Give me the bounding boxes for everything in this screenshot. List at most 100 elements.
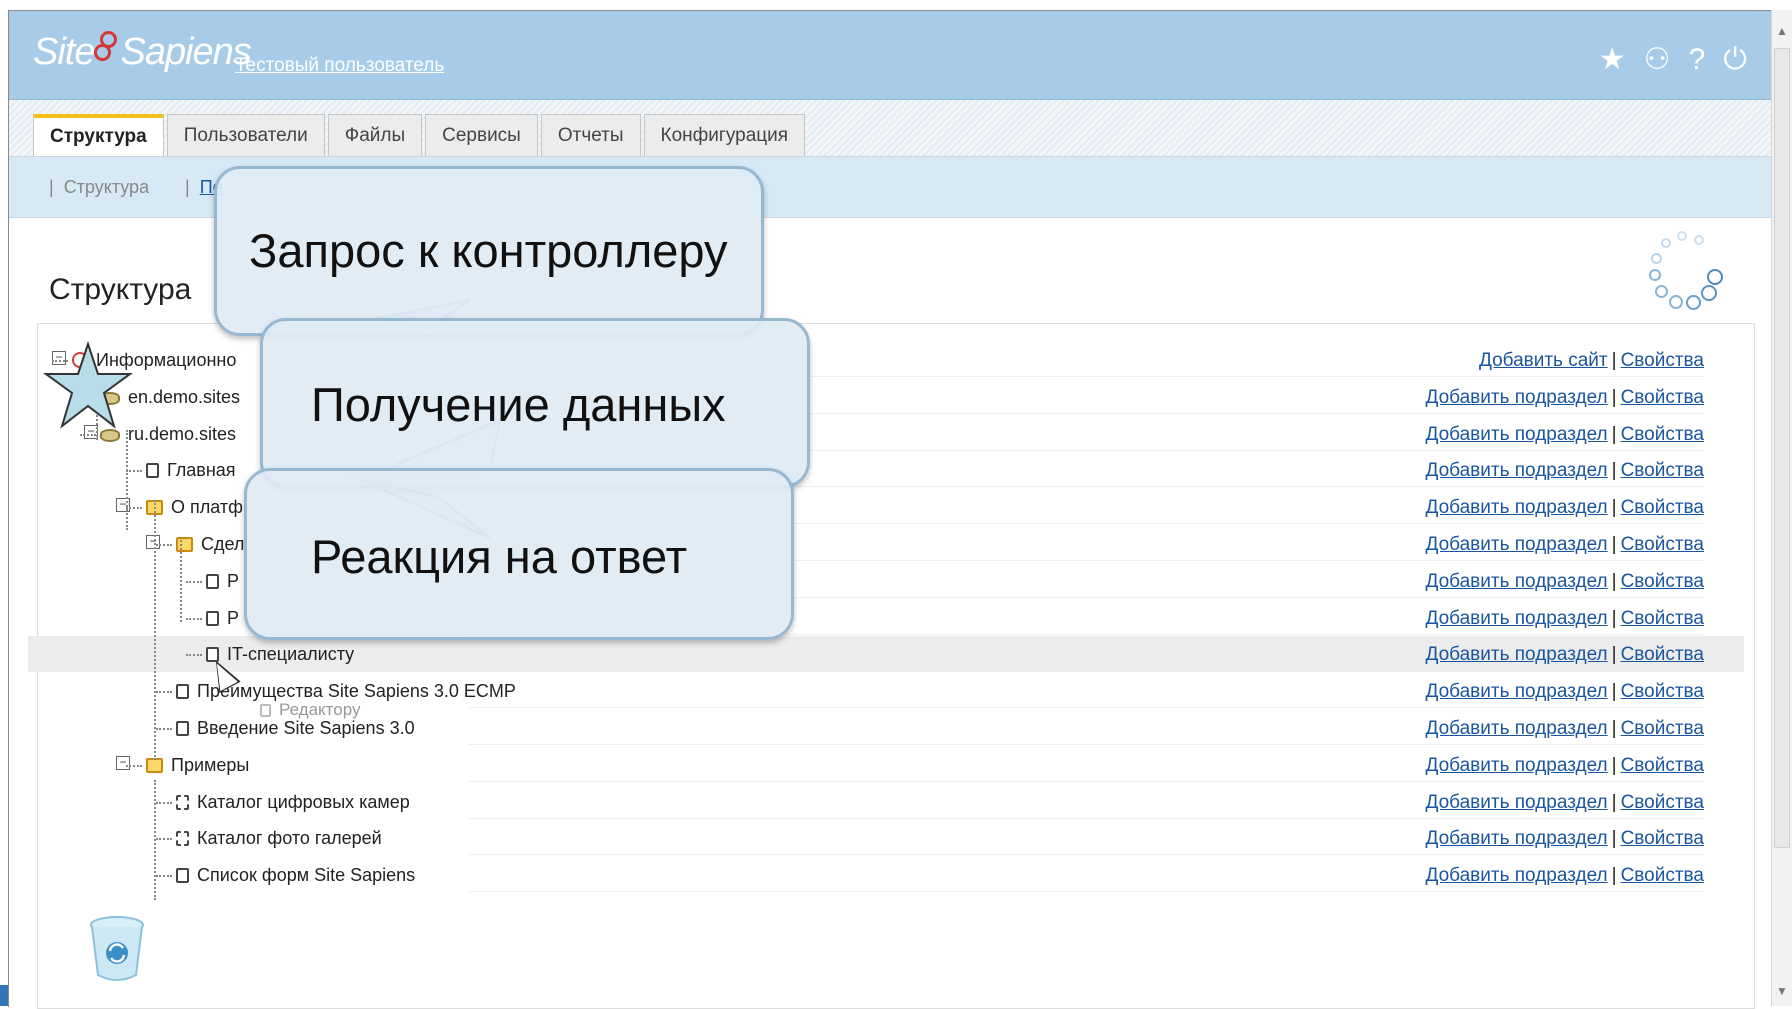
tree-node-label: Р bbox=[227, 607, 240, 628]
tree-node[interactable]: Введение Site Sapiens 3.0 bbox=[176, 718, 415, 739]
tree-row[interactable]: Список форм Site Sapiens Добавить подразд… bbox=[28, 857, 1744, 893]
site-sapiens-logo[interactable]: Site Sapiens bbox=[33, 31, 252, 74]
tree-node-label: Преимущества Site Sapiens 3.0 ECMP bbox=[197, 681, 516, 702]
page-icon bbox=[146, 463, 159, 479]
tree-guide-line bbox=[180, 540, 182, 622]
tree-node-label: ru.demo.sites bbox=[128, 423, 237, 444]
collapse-toggle-icon[interactable]: − bbox=[146, 535, 160, 549]
row-divider bbox=[468, 854, 1704, 856]
tree-node[interactable]: Сдел bbox=[176, 534, 244, 555]
add-subsection-link[interactable]: Добавить подраздел bbox=[1426, 608, 1608, 629]
tree-node[interactable]: Примеры bbox=[146, 755, 249, 776]
main-tabs-bar: Структура Пользователи Файлы Сервисы Отч… bbox=[9, 100, 1771, 157]
row-actions: Добавить подраздел | Свойства bbox=[1426, 608, 1704, 630]
power-icon[interactable]: ⏻ bbox=[1723, 43, 1747, 77]
tree-row[interactable]: Каталог фото галерей Добавить подраздел | С… bbox=[28, 820, 1744, 856]
subnav-item-structure[interactable]: | Структура bbox=[49, 177, 149, 198]
add-subsection-link[interactable]: Добавить подраздел bbox=[1426, 534, 1608, 555]
properties-link[interactable]: Свойства bbox=[1621, 350, 1704, 371]
network-icon[interactable]: ⚇ bbox=[1644, 43, 1671, 77]
recycle-bin-icon[interactable] bbox=[88, 915, 146, 983]
tree-connector bbox=[156, 544, 172, 546]
tree-guide-line bbox=[126, 430, 128, 530]
properties-link[interactable]: Свойства bbox=[1621, 865, 1704, 886]
tree-node[interactable]: Каталог фото галерей bbox=[176, 828, 382, 849]
tree-connector bbox=[126, 507, 142, 510]
add-subsection-link[interactable]: Добавить подраздел bbox=[1426, 755, 1608, 776]
row-actions: Добавить подраздел | Свойства bbox=[1426, 828, 1704, 850]
properties-link[interactable]: Свойства bbox=[1621, 424, 1704, 445]
tab-services[interactable]: Сервисы bbox=[425, 114, 538, 156]
tab-reports[interactable]: Отчеты bbox=[540, 114, 641, 156]
add-subsection-link[interactable]: Добавить подраздел bbox=[1426, 792, 1608, 813]
tree-node-label: Список форм Site Sapiens bbox=[197, 865, 416, 886]
tree-connector bbox=[156, 691, 172, 694]
scroll-up-icon[interactable]: ▲ bbox=[1775, 24, 1789, 40]
tree-row[interactable]: Каталог цифровых камер Добавить подраздел… bbox=[28, 784, 1744, 820]
tree-connector bbox=[156, 801, 172, 804]
tree-node[interactable]: Каталог цифровых камер bbox=[176, 792, 410, 813]
action-separator: | bbox=[1611, 534, 1617, 555]
action-separator: | bbox=[1611, 644, 1617, 666]
add-subsection-link[interactable]: Добавить подраздел bbox=[1426, 828, 1608, 849]
action-separator: | bbox=[1611, 570, 1617, 592]
tree-node-label: Главная bbox=[167, 460, 236, 481]
add-subsection-link[interactable]: Добавить подраздел bbox=[1426, 681, 1608, 702]
collapse-toggle-icon[interactable]: − bbox=[116, 755, 130, 770]
tree-node[interactable]: Главная bbox=[146, 460, 236, 481]
logo-text-site: Site bbox=[33, 31, 95, 73]
tree-node[interactable]: Р bbox=[206, 571, 239, 592]
tree-node[interactable]: Список форм Site Sapiens bbox=[176, 865, 415, 886]
properties-link[interactable]: Свойства bbox=[1621, 534, 1704, 555]
add-subsection-link[interactable]: Добавить подраздел bbox=[1426, 865, 1608, 886]
tree-node[interactable]: Р bbox=[206, 608, 239, 629]
tab-configuration[interactable]: Конфигурация bbox=[643, 114, 806, 156]
properties-link[interactable]: Свойства bbox=[1621, 718, 1704, 739]
properties-link[interactable]: Свойства bbox=[1621, 681, 1704, 702]
properties-link[interactable]: Свойства bbox=[1621, 828, 1704, 849]
tree-node[interactable]: О платф bbox=[146, 497, 243, 518]
properties-link[interactable]: Свойства bbox=[1621, 571, 1704, 592]
vertical-scrollbar[interactable]: ▲ ▼ bbox=[1771, 10, 1792, 1006]
tree-node-label: Р bbox=[227, 570, 240, 591]
add-subsection-link[interactable]: Добавить подраздел bbox=[1426, 571, 1608, 592]
action-separator: | bbox=[1611, 497, 1617, 519]
row-divider bbox=[468, 817, 1704, 819]
properties-link[interactable]: Свойства bbox=[1621, 497, 1704, 518]
form-icon bbox=[176, 794, 189, 810]
properties-link[interactable]: Свойства bbox=[1621, 755, 1704, 776]
add-subsection-link[interactable]: Добавить подраздел bbox=[1426, 644, 1608, 665]
scrollbar-thumb[interactable] bbox=[1774, 48, 1790, 848]
properties-link[interactable]: Свойства bbox=[1621, 608, 1704, 629]
tree-node-label: Введение Site Sapiens 3.0 bbox=[197, 718, 415, 738]
current-user-link[interactable]: Тестовый пользователь bbox=[235, 55, 444, 77]
help-icon[interactable]: ? bbox=[1689, 43, 1706, 77]
action-separator: | bbox=[1611, 423, 1617, 445]
tab-users[interactable]: Пользователи bbox=[166, 114, 325, 156]
add-subsection-link[interactable]: Добавить подраздел bbox=[1426, 460, 1608, 481]
app-header: Site Sapiens Тестовый пользователь ★ ⚇ ? … bbox=[9, 11, 1771, 100]
star-icon[interactable]: ★ bbox=[1599, 43, 1626, 77]
add-subsection-link[interactable]: Добавить подраздел bbox=[1426, 424, 1608, 445]
scroll-down-icon[interactable]: ▼ bbox=[1775, 984, 1789, 1000]
row-actions: Добавить подраздел | Свойства bbox=[1426, 644, 1704, 666]
action-separator: | bbox=[1611, 754, 1617, 776]
properties-link[interactable]: Свойства bbox=[1621, 460, 1704, 481]
row-actions: Добавить подраздел | Свойства bbox=[1426, 497, 1704, 519]
add-subsection-link[interactable]: Добавить подраздел bbox=[1426, 718, 1608, 739]
taskbar-edge bbox=[0, 985, 8, 1006]
form-icon bbox=[176, 831, 189, 847]
tab-structure[interactable]: Структура bbox=[33, 114, 164, 156]
add-subsection-link[interactable]: Добавить подраздел bbox=[1426, 387, 1608, 408]
tree-row[interactable]: − Примеры Добавить подраздел | Свойства bbox=[28, 747, 1744, 783]
tree-row[interactable]: IT-специалисту Добавить подраздел | Свойств… bbox=[28, 636, 1744, 673]
folder-icon bbox=[146, 757, 163, 773]
properties-link[interactable]: Свойства bbox=[1621, 387, 1704, 408]
properties-link[interactable]: Свойства bbox=[1621, 792, 1704, 813]
add-subsection-link[interactable]: Добавить подраздел bbox=[1426, 497, 1608, 518]
properties-link[interactable]: Свойства bbox=[1621, 644, 1704, 665]
action-separator: | bbox=[1611, 460, 1617, 482]
add-site-link[interactable]: Добавить сайт bbox=[1479, 350, 1608, 371]
action-separator: | bbox=[1611, 386, 1617, 408]
tab-files[interactable]: Файлы bbox=[327, 114, 423, 156]
